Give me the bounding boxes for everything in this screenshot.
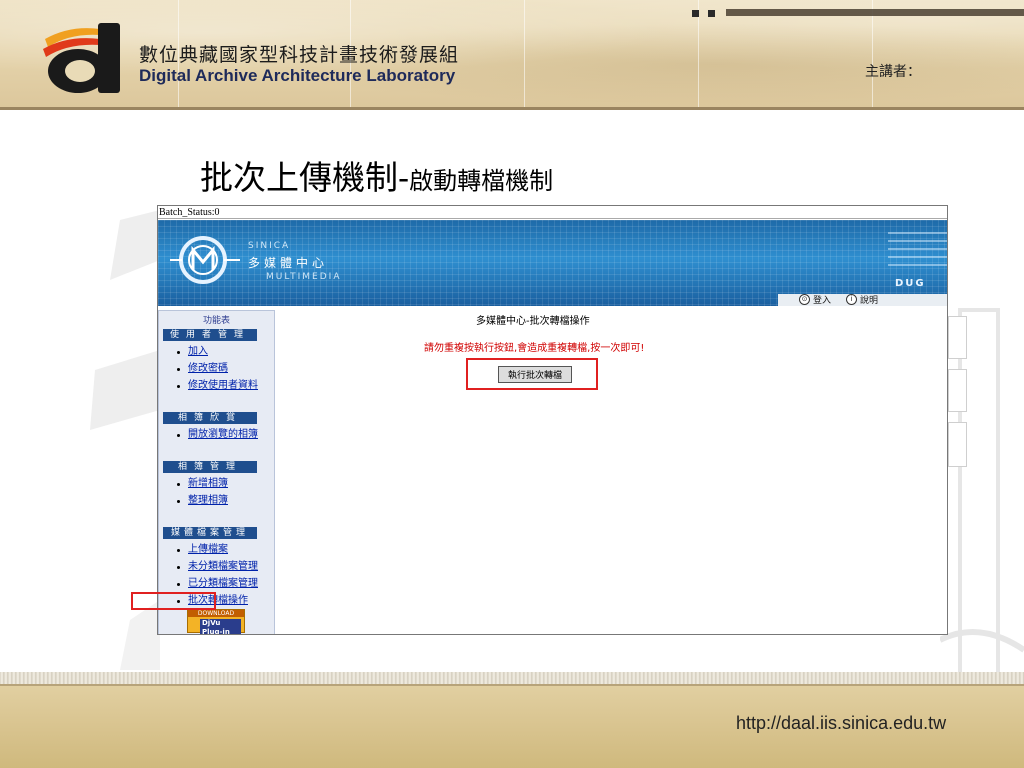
login-label: 登入 — [813, 296, 832, 306]
content-warning: 請勿重複按執行按鈕,會造成重複轉檔,按一次即可! — [424, 343, 645, 354]
side-box — [948, 369, 967, 412]
header-divider — [524, 0, 525, 107]
menu-section-media-file-management: 媒體檔案管理 — [163, 527, 257, 539]
slide-title-main: 批次上傳機制- — [200, 158, 410, 197]
menu-section-album-management: 相簿管理 — [163, 461, 257, 473]
menu-section-user-management: 使用者管理 — [163, 329, 257, 341]
bullet-icon — [177, 434, 180, 437]
djvu-plugin-badge[interactable]: DOWNLOAD DjVu Plug-in — [187, 609, 245, 634]
banner-decoration — [888, 226, 947, 304]
djvu-download-label: DOWNLOAD — [188, 610, 244, 617]
bullet-icon — [177, 566, 180, 569]
side-box — [948, 422, 967, 467]
bullet-icon — [177, 483, 180, 486]
bullet-icon — [177, 351, 180, 354]
button-highlight-box — [466, 358, 598, 390]
help-link[interactable]: i 說明 — [846, 293, 878, 306]
batch-status-bar: Batch_Status:0 — [158, 206, 947, 219]
info-icon: i — [846, 294, 857, 305]
menu-item-classified-files[interactable]: 已分類檔案管理 — [188, 577, 258, 591]
menu-item-edit-profile[interactable]: 修改使用者資料 — [188, 379, 258, 393]
menu-item-add-album[interactable]: 新增相簿 — [188, 477, 228, 491]
help-label: 說明 — [860, 296, 879, 306]
djvu-plugin-label: DjVu Plug-in — [200, 619, 241, 634]
menu-item-organize-albums[interactable]: 整理相簿 — [188, 494, 228, 508]
multimedia-m-logo-icon — [170, 236, 240, 284]
login-icon: ⊙ — [799, 294, 810, 305]
function-menu: 功能表 使用者管理 加入 修改密碼 修改使用者資料 相簿欣賞 開放瀏覽的相簿 相… — [158, 310, 275, 634]
content-title: 多媒體中心-批次轉檔操作 — [476, 316, 590, 327]
app-banner: SINICA 多媒體中心 MULTIMEDIA DUG ⊙ 登入 i 說明 — [158, 220, 947, 306]
bullet-icon — [177, 385, 180, 388]
banner-title-chinese: 多媒體中心 — [248, 256, 329, 270]
bullet-icon — [177, 500, 180, 503]
footer-stripe — [0, 672, 1024, 686]
org-name-english: Digital Archive Architecture Laboratory — [139, 66, 456, 85]
menu-item-public-albums[interactable]: 開放瀏覽的相簿 — [188, 428, 258, 442]
footer-url: http://daal.iis.sinica.edu.tw — [736, 713, 947, 733]
banner-multimedia-text: MULTIMEDIA — [266, 272, 342, 282]
bullet-icon — [177, 549, 180, 552]
bullet-icon — [177, 583, 180, 586]
header-divider — [872, 0, 873, 107]
slide-title-sub: 啟動轉檔機制 — [409, 167, 554, 195]
login-link[interactable]: ⊙ 登入 — [799, 293, 831, 306]
menu-item-unclassified-files[interactable]: 未分類檔案管理 — [188, 560, 258, 574]
slide-title: 批次上傳機制-啟動轉檔機制 — [200, 151, 553, 199]
menu-item-join[interactable]: 加入 — [188, 345, 208, 359]
org-name-chinese: 數位典藏國家型科技計畫技術發展組 — [139, 44, 460, 66]
banner-dug-logo: DUG — [895, 278, 926, 289]
presenter-label: 主講者： — [865, 64, 921, 80]
header-strip — [726, 9, 1024, 16]
menu-title: 功能表 — [202, 316, 230, 326]
banner-sinica-text: SINICA — [248, 241, 291, 251]
side-box — [948, 316, 967, 359]
menu-item-change-password[interactable]: 修改密碼 — [188, 362, 228, 376]
menu-section-album-viewing: 相簿欣賞 — [163, 412, 257, 424]
daal-logo-icon — [43, 23, 120, 93]
header-dot — [692, 10, 699, 17]
slide-header: 數位典藏國家型科技計畫技術發展組 Digital Archive Archite… — [0, 0, 1024, 110]
app-screenshot: Batch_Status:0 SINICA 多媒體中心 MULTIMEDIA D… — [157, 205, 948, 635]
menu-item-highlight-box — [131, 592, 216, 610]
header-dot — [708, 10, 715, 17]
menu-item-upload-files[interactable]: 上傳檔案 — [188, 543, 228, 557]
bullet-icon — [177, 368, 180, 371]
